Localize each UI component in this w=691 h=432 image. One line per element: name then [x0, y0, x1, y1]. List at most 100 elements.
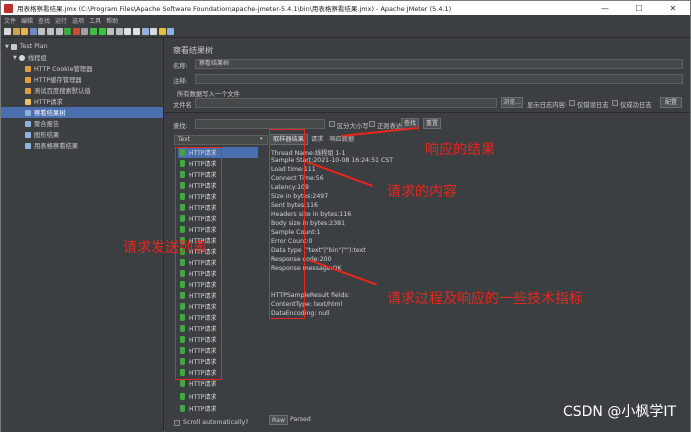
tree-item-cookie-manager[interactable]: HTTP Cookie管理器: [25, 63, 92, 74]
menu-bar: 文件 编辑 查找 运行 选项 工具 帮助: [1, 15, 690, 26]
regex-checkbox[interactable]: [369, 121, 375, 127]
collapse-icon[interactable]: [72, 28, 80, 35]
title-bar: 用表格察看结果.jmx (C:\Program Files\Apache Sof…: [1, 1, 690, 15]
errors-only-checkbox[interactable]: [569, 100, 575, 106]
wrench-icon: [25, 76, 31, 83]
view-results-tree-panel: 察看结果树 名称: 察看结果树 注释: 所有数据写入一个文件 文件名 浏览...…: [165, 39, 690, 432]
templates-icon[interactable]: [12, 28, 20, 35]
close-button[interactable]: ✕: [656, 4, 690, 13]
success-only-checkbox[interactable]: [612, 100, 618, 106]
minimize-button[interactable]: —: [588, 4, 622, 13]
cut-icon[interactable]: [38, 28, 46, 35]
clear-icon[interactable]: [124, 28, 132, 35]
case-sensitive-label: 区分大小写: [337, 123, 369, 130]
list-item[interactable]: HTTP请求: [180, 391, 216, 402]
scroll-auto-checkbox[interactable]: [174, 420, 180, 426]
maximize-button[interactable]: ☐: [622, 4, 656, 13]
filename-field[interactable]: [195, 98, 497, 108]
search-label: 查找:: [173, 123, 188, 130]
chevron-down-icon[interactable]: ▾: [260, 136, 263, 142]
file-section-title: 所有数据写入一个文件: [177, 91, 240, 98]
menu-run[interactable]: 运行: [55, 16, 67, 25]
tree-item-table-results[interactable]: 用表格察看结果: [25, 140, 78, 151]
menu-options[interactable]: 选项: [72, 16, 84, 25]
reset-button[interactable]: 重置: [423, 118, 441, 129]
tree-item-request-defaults[interactable]: 测试百度搜索默认值: [25, 85, 91, 96]
annotation-request-content: 请求的内容: [387, 184, 457, 200]
success-shield-icon: [180, 393, 185, 400]
shutdown-icon[interactable]: [115, 28, 123, 35]
csdn-watermark: CSDN @小枫学IT: [562, 404, 676, 420]
search-input[interactable]: [195, 119, 325, 129]
success-shield-icon: [180, 380, 185, 387]
tree-item-graph-results[interactable]: 图形结果: [25, 129, 59, 140]
thread-group-icon: [18, 54, 25, 61]
chart-icon: [25, 120, 31, 127]
metrics-highlight-box: [269, 129, 305, 319]
tree-item-cache-manager[interactable]: HTTP缓存管理器: [25, 74, 82, 85]
success-shield-icon: [180, 405, 185, 412]
wrench-icon: [25, 87, 31, 94]
clear-all-icon[interactable]: [132, 28, 140, 35]
function-helper-icon[interactable]: [158, 28, 166, 35]
configure-button[interactable]: 配置: [660, 97, 682, 108]
tree-item-view-results-tree[interactable]: 察看结果树: [1, 107, 163, 118]
sampler-result-text: Thread Name:线程组 1-1 Sample Start:2021-10…: [269, 135, 689, 415]
panel-heading: 察看结果树: [173, 46, 213, 55]
menu-help[interactable]: 帮助: [106, 16, 118, 25]
expand-icon[interactable]: [64, 28, 72, 35]
help-icon[interactable]: [167, 28, 175, 35]
tab-raw[interactable]: Raw: [269, 415, 289, 425]
search-icon[interactable]: [141, 28, 149, 35]
list-item[interactable]: HTTP请求: [180, 403, 216, 414]
chart-icon: [25, 131, 31, 138]
annotation-tech-metrics: 请求过程及响应的一些技术指标: [387, 291, 583, 307]
browse-button[interactable]: 浏览...: [501, 97, 523, 108]
copy-icon[interactable]: [46, 28, 54, 35]
divider: [165, 112, 690, 113]
name-field[interactable]: 察看结果树: [195, 59, 683, 69]
annotation-response-result: 响应的结果: [425, 142, 495, 158]
success-only-label: 仅成功日志: [620, 102, 652, 109]
tree-item-aggregate-report[interactable]: 聚合报告: [25, 118, 59, 129]
errors-only-label: 仅错误日志: [577, 102, 609, 109]
request-list-highlight-box: [175, 147, 222, 380]
expand-arrow-icon[interactable]: ▼: [5, 44, 9, 50]
comment-label: 注释:: [173, 78, 188, 85]
toolbar: [1, 26, 690, 38]
render-tabs: Raw Parsed: [269, 415, 313, 425]
comment-field[interactable]: [195, 74, 683, 84]
menu-search[interactable]: 查找: [38, 16, 50, 25]
test-plan-tree: ▼ Test Plan ▼ 线程组 HTTP Cookie管理器 HTTP缓存管…: [1, 39, 164, 432]
start-icon[interactable]: [89, 28, 97, 35]
tree-item-http-request[interactable]: HTTP请求: [25, 96, 63, 107]
annotation-request-list: 请求发送列表: [123, 240, 207, 256]
pencil-icon: [25, 98, 31, 105]
chart-icon: [25, 109, 31, 116]
jmeter-app-icon: [4, 3, 13, 13]
filename-label: 文件名: [173, 102, 192, 109]
tab-parsed[interactable]: Parsed: [288, 415, 313, 425]
jmeter-window: 用表格察看结果.jmx (C:\Program Files\Apache Sof…: [0, 0, 691, 432]
toggle-icon[interactable]: [81, 28, 89, 35]
wrench-icon: [25, 65, 31, 72]
scroll-auto-label: Scroll automatically?: [183, 419, 249, 426]
renderer-select[interactable]: Text: [174, 135, 268, 145]
open-icon[interactable]: [21, 28, 29, 35]
save-icon[interactable]: [29, 28, 37, 35]
menu-edit[interactable]: 编辑: [21, 16, 33, 25]
menu-file[interactable]: 文件: [4, 16, 16, 25]
chart-icon: [25, 142, 31, 149]
start-no-pause-icon[interactable]: [98, 28, 106, 35]
tree-item-test-plan[interactable]: ▼ Test Plan: [5, 41, 48, 52]
reset-search-icon[interactable]: [150, 28, 158, 35]
menu-tools[interactable]: 工具: [89, 16, 101, 25]
tree-item-thread-group[interactable]: ▼ 线程组: [13, 52, 47, 63]
paste-icon[interactable]: [55, 28, 63, 35]
expand-arrow-icon[interactable]: ▼: [13, 55, 17, 61]
stop-icon[interactable]: [107, 28, 115, 35]
name-label: 名称:: [173, 63, 188, 70]
window-title: 用表格察看结果.jmx (C:\Program Files\Apache Sof…: [17, 5, 452, 13]
new-icon[interactable]: [4, 28, 11, 35]
case-sensitive-checkbox[interactable]: [329, 121, 335, 127]
